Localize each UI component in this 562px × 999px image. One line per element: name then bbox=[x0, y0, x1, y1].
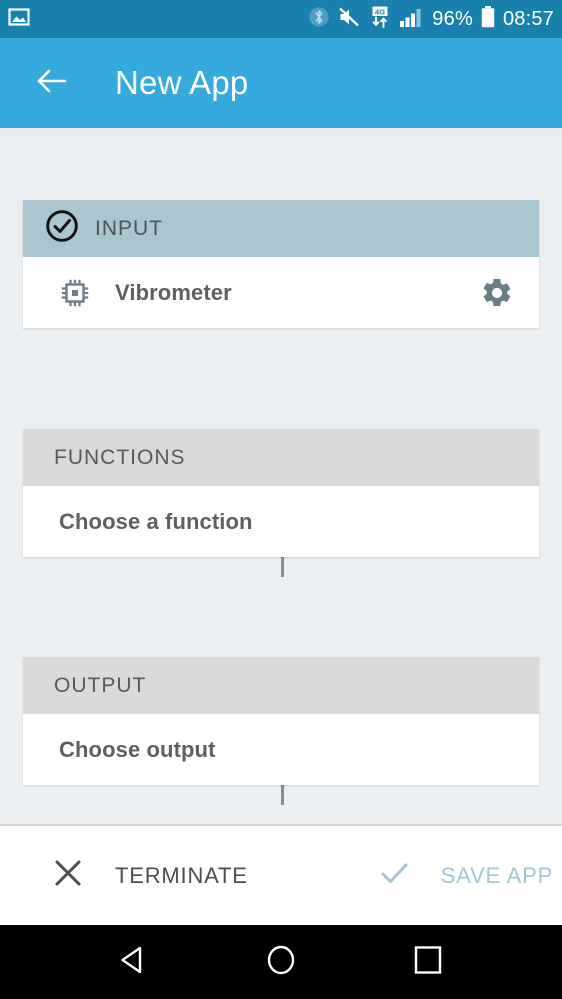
output-card-header[interactable]: OUTPUT bbox=[23, 657, 539, 714]
status-bar-left-icons bbox=[7, 5, 31, 34]
functions-card-header[interactable]: FUNCTIONS bbox=[23, 429, 539, 486]
check-circle-icon bbox=[45, 209, 79, 248]
input-row-vibrometer[interactable]: Vibrometer bbox=[23, 257, 539, 328]
mobile-data-4g-icon: 4G bbox=[368, 5, 392, 34]
nav-back-button[interactable] bbox=[104, 932, 164, 992]
input-card-header-label: INPUT bbox=[95, 216, 163, 240]
volume-muted-icon bbox=[337, 6, 361, 33]
bluetooth-icon bbox=[308, 6, 330, 33]
status-bar: 4G 96% 08:57 bbox=[0, 0, 562, 38]
nav-recents-square-icon bbox=[409, 941, 447, 984]
save-app-button-label: SAVE APP bbox=[440, 862, 554, 888]
back-button[interactable] bbox=[30, 61, 74, 105]
battery-percent-label: 96% bbox=[432, 8, 473, 30]
clock-label: 08:57 bbox=[502, 8, 554, 30]
input-row-label: Vibrometer bbox=[115, 279, 232, 305]
output-card: OUTPUT Choose output bbox=[23, 657, 539, 785]
status-bar-right-icons: 4G 96% 08:57 bbox=[308, 5, 554, 34]
functions-row-choose[interactable]: Choose a function bbox=[23, 486, 539, 557]
chip-icon bbox=[59, 277, 93, 309]
nav-back-triangle-icon bbox=[115, 941, 153, 984]
check-icon bbox=[378, 857, 410, 894]
input-card: INPUT Vibrometer bbox=[23, 200, 539, 328]
nav-home-circle-icon bbox=[262, 941, 300, 984]
output-card-header-label: OUTPUT bbox=[54, 673, 147, 697]
gear-icon[interactable] bbox=[477, 273, 517, 313]
app-builder-content: INPUT Vibrometer FUNCTIONS Choose a func… bbox=[0, 128, 562, 824]
save-app-button[interactable]: SAVE APP bbox=[378, 826, 553, 925]
bottom-action-bar: TERMINATE SAVE APP bbox=[0, 824, 562, 925]
close-x-icon bbox=[52, 857, 84, 894]
arrow-left-icon bbox=[35, 64, 69, 103]
screenshot-image-icon bbox=[7, 5, 31, 34]
nav-recents-button[interactable] bbox=[398, 932, 458, 992]
battery-icon bbox=[480, 5, 496, 34]
output-row-choose[interactable]: Choose output bbox=[23, 714, 539, 785]
svg-text:4G: 4G bbox=[375, 7, 385, 16]
functions-card-header-label: FUNCTIONS bbox=[54, 445, 186, 469]
output-row-label: Choose output bbox=[59, 736, 216, 762]
input-card-header[interactable]: INPUT bbox=[23, 200, 539, 257]
nav-home-button[interactable] bbox=[251, 932, 311, 992]
signal-bars-icon bbox=[399, 6, 425, 33]
functions-row-label: Choose a function bbox=[59, 508, 253, 534]
page-title: New App bbox=[115, 64, 249, 101]
functions-card: FUNCTIONS Choose a function bbox=[23, 429, 539, 557]
android-nav-bar bbox=[0, 925, 562, 999]
terminate-button-label: TERMINATE bbox=[115, 862, 248, 888]
terminate-button[interactable]: TERMINATE bbox=[52, 826, 248, 925]
flow-container: INPUT Vibrometer FUNCTIONS Choose a func… bbox=[0, 128, 562, 805]
app-bar: New App bbox=[0, 38, 562, 128]
